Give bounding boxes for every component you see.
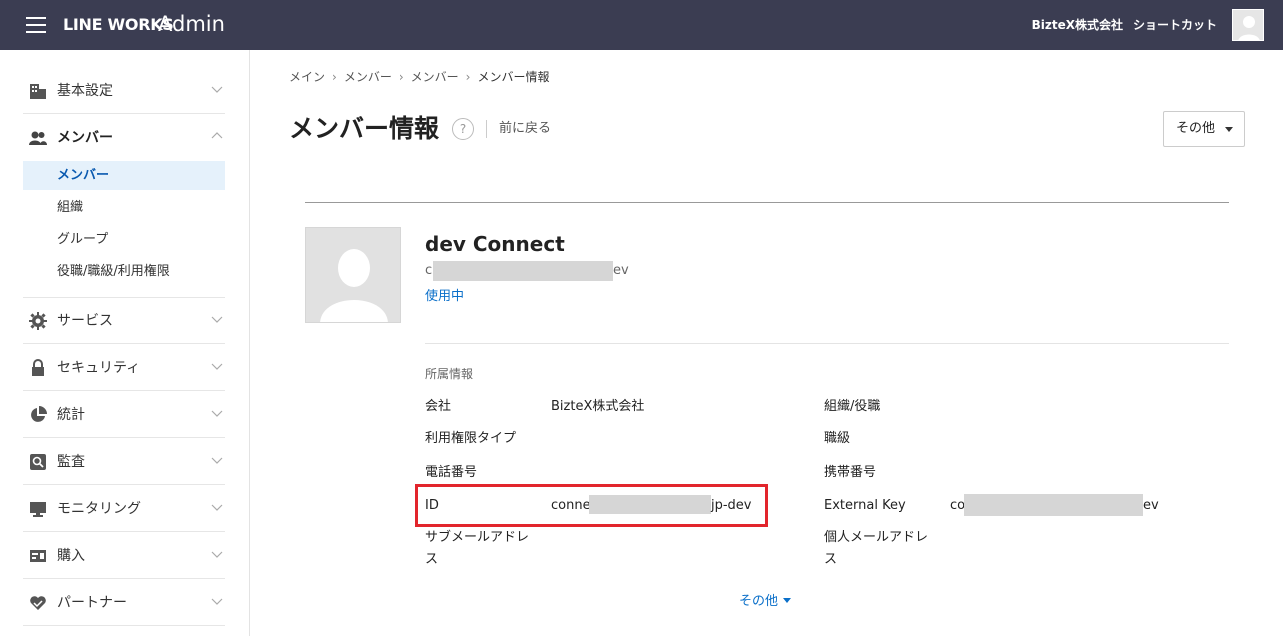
divider — [305, 202, 1229, 203]
divider — [425, 343, 1229, 344]
breadcrumb-separator: › — [465, 70, 471, 84]
chevron-down-icon — [211, 410, 223, 417]
help-icon[interactable]: ? — [452, 118, 474, 140]
sidebar-section-partner[interactable]: パートナー — [23, 580, 225, 626]
sidebar-section-monitoring[interactable]: モニタリング — [23, 486, 225, 532]
sidebar-section-security[interactable]: セキュリティ — [23, 345, 225, 391]
breadcrumb: メイン › メンバー › メンバー › メンバー情報 — [289, 68, 550, 86]
breadcrumb-members[interactable]: メンバー — [344, 70, 392, 84]
sidebar-section-purchase[interactable]: 購入 — [23, 533, 225, 579]
chevron-down-icon — [211, 598, 223, 605]
member-email-suffix: ev — [613, 263, 629, 278]
sidebar-section-label: 統計 — [57, 407, 85, 423]
more-details-label: その他 — [739, 594, 779, 609]
field-label-org-role: 組織/役職 — [824, 399, 881, 414]
field-label-external-key: External Key — [824, 498, 906, 513]
chevron-down-icon — [211, 457, 223, 464]
person-silhouette-icon — [320, 249, 388, 322]
field-value-company: BizteX株式会社 — [551, 399, 645, 414]
brand-logo[interactable]: LINE WORKS — [63, 12, 174, 38]
chevron-up-icon — [211, 132, 223, 139]
caret-down-icon — [783, 598, 792, 603]
field-label-company: 会社 — [425, 399, 452, 414]
pie-chart-icon — [31, 406, 47, 422]
sidebar-section-services[interactable]: サービス — [23, 298, 225, 344]
company-name: BizteX株式会社 — [1031, 18, 1123, 32]
more-dropdown-button[interactable]: その他 — [1163, 111, 1245, 147]
members-icon — [29, 131, 47, 145]
purchase-icon — [30, 550, 46, 562]
field-label-mobile: 携帯番号 — [824, 465, 877, 480]
sidebar-section-label: モニタリング — [57, 501, 141, 517]
user-avatar[interactable] — [1232, 9, 1264, 41]
breadcrumb-current: メンバー情報 — [477, 70, 550, 84]
sidebar-section-statistics[interactable]: 統計 — [23, 392, 225, 438]
sidebar-section-label: 基本設定 — [57, 83, 113, 99]
gear-icon — [29, 312, 47, 330]
status-badge[interactable]: 使用中 — [425, 288, 464, 305]
field-label-sub-email: サブメールアドレ ス — [425, 530, 530, 567]
sidebar: 基本設定 メンバー メンバー 組織 グループ 役職/職級/利用権限 サービス セ… — [0, 50, 250, 636]
shortcut-link[interactable]: ショートカット — [1133, 16, 1217, 34]
chevron-down-icon — [211, 551, 223, 558]
sidebar-section-label: セキュリティ — [57, 360, 141, 376]
sidebar-section-members[interactable]: メンバー — [23, 115, 225, 161]
affiliation-section-label: 所属情報 — [425, 367, 474, 381]
breadcrumb-separator: › — [332, 70, 337, 84]
building-icon — [30, 84, 46, 99]
field-label-rank: 職級 — [824, 431, 851, 446]
more-details-link[interactable]: その他 — [739, 593, 792, 611]
redacted-external-key — [964, 494, 1143, 516]
chevron-down-icon — [211, 504, 223, 511]
member-email-prefix: c — [425, 263, 433, 278]
member-name: dev Connect — [425, 232, 565, 256]
field-label-permission-type: 利用権限タイプ — [425, 431, 517, 446]
redacted-email — [433, 261, 613, 281]
back-link[interactable]: 前に戻る — [499, 119, 551, 139]
monitor-icon — [30, 502, 46, 517]
person-silhouette-icon — [1238, 16, 1260, 40]
audit-icon — [30, 454, 46, 470]
lock-icon — [32, 359, 44, 376]
sidebar-item-roles[interactable]: 役職/職級/利用権限 — [23, 257, 225, 286]
hamburger-menu-icon[interactable] — [26, 17, 46, 33]
breadcrumb-members-list[interactable]: メンバー — [411, 70, 459, 84]
caret-down-icon — [1225, 127, 1233, 132]
field-value-external-key-suffix: ev — [1143, 498, 1159, 513]
field-label-phone: 電話番号 — [425, 465, 478, 480]
top-header: LINE WORKS Admin BizteX株式会社 ショートカット — [0, 0, 1283, 50]
sidebar-section-label: サービス — [57, 313, 113, 329]
sidebar-section-audit[interactable]: 監査 — [23, 439, 225, 485]
partner-icon — [30, 596, 46, 610]
chevron-down-icon — [211, 363, 223, 370]
sidebar-item-organization[interactable]: 組織 — [23, 193, 225, 222]
sidebar-section-basic-settings[interactable]: 基本設定 — [23, 68, 225, 114]
sidebar-item-members[interactable]: メンバー — [23, 161, 225, 190]
sidebar-section-label: パートナー — [57, 595, 127, 611]
sidebar-item-groups[interactable]: グループ — [23, 225, 225, 254]
divider — [486, 120, 487, 138]
chevron-down-icon — [211, 316, 223, 323]
breadcrumb-main[interactable]: メイン — [289, 70, 325, 84]
field-label-personal-email: 個人メールアドレ ス — [824, 530, 929, 567]
breadcrumb-separator: › — [398, 70, 404, 84]
field-value-external-key-prefix: co — [950, 498, 966, 513]
sidebar-section-label: 監査 — [57, 454, 85, 470]
sidebar-section-label: 購入 — [57, 548, 85, 564]
highlight-box — [415, 484, 768, 527]
sidebar-section-label: メンバー — [57, 130, 113, 146]
chevron-down-icon — [211, 86, 223, 93]
brand-admin-label: Admin — [158, 12, 225, 36]
profile-photo — [305, 227, 401, 323]
page-title: メンバー情報 — [289, 114, 440, 143]
more-dropdown-label: その他 — [1176, 121, 1216, 136]
